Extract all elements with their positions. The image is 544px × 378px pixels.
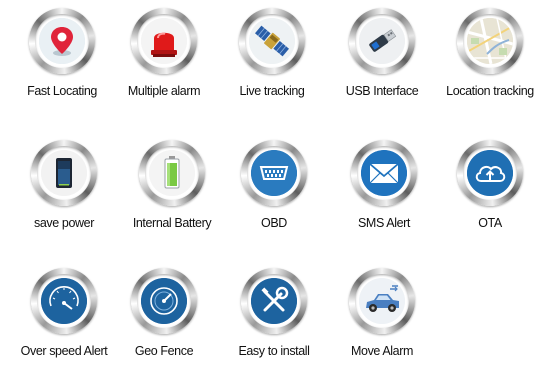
obd-connector-icon (251, 150, 297, 196)
siren-icon (141, 18, 187, 64)
feature-obd: OBD (220, 140, 328, 250)
usb-drive-icon (359, 18, 405, 64)
feature-fast-locating: Fast Locating (8, 8, 116, 118)
car-icon (359, 278, 405, 324)
icon-frame (239, 8, 305, 74)
feature-move-alarm: Move Alarm (328, 268, 436, 378)
envelope-icon (361, 150, 407, 196)
icon-frame (31, 140, 97, 206)
icon-frame (131, 8, 197, 74)
battery-green-icon (149, 150, 195, 196)
feature-internal-battery: Internal Battery (118, 140, 226, 250)
icon-frame (349, 268, 415, 334)
icon-frame (31, 268, 97, 334)
feature-multiple-alarm: Multiple alarm (110, 8, 218, 118)
feature-sms-alert: SMS Alert (330, 140, 438, 250)
feature-save-power: save power (10, 140, 118, 250)
map-icon (467, 18, 513, 64)
feature-label: Fast Locating (27, 84, 97, 98)
feature-label: OBD (261, 216, 287, 230)
tools-icon (251, 278, 297, 324)
icon-frame (131, 268, 197, 334)
feature-label: Over speed Alert (20, 344, 108, 358)
icon-frame (29, 8, 95, 74)
icon-frame (457, 8, 523, 74)
icon-frame (241, 268, 307, 334)
feature-location-tracking: Location tracking (436, 8, 544, 118)
speedometer-icon (41, 278, 87, 324)
feature-label: Geo Fence (134, 344, 194, 358)
feature-label: Location tracking (446, 84, 534, 98)
feature-label: save power (34, 216, 94, 230)
icon-frame (349, 8, 415, 74)
feature-over-speed-alert: Over speed Alert (10, 268, 118, 378)
icon-frame (457, 140, 523, 206)
cloud-upload-icon (467, 150, 513, 196)
map-pin-icon (39, 18, 85, 64)
feature-label: Internal Battery (132, 216, 212, 230)
satellite-icon (249, 18, 295, 64)
battery-dark-icon (41, 150, 87, 196)
feature-label: Move Alarm (351, 344, 413, 358)
icon-frame (241, 140, 307, 206)
feature-label: USB Interface (345, 84, 419, 98)
feature-label: SMS Alert (358, 216, 410, 230)
feature-ota: OTA (436, 140, 544, 250)
gauge-icon (141, 278, 187, 324)
feature-easy-to-install: Easy to install (220, 268, 328, 378)
feature-live-tracking: Live tracking (218, 8, 326, 118)
icon-frame (351, 140, 417, 206)
feature-geo-fence: Geo Fence (110, 268, 218, 378)
feature-label: Multiple alarm (127, 84, 201, 98)
feature-label: Easy to install (238, 344, 310, 358)
feature-usb-interface: USB Interface (328, 8, 436, 118)
icon-frame (139, 140, 205, 206)
feature-label: Live tracking (239, 84, 305, 98)
feature-label: OTA (478, 216, 502, 230)
